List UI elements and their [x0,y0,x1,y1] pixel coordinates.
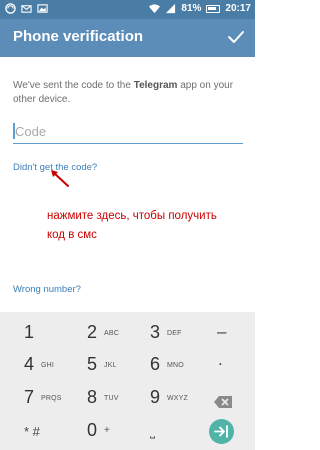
numeric-keypad: 1 2 ABC 3 DEF – 4 GHI 5 JKL 6 MNO . 7 PR… [0,312,255,450]
key-2[interactable]: 2 ABC [87,322,147,354]
image-icon [37,4,48,13]
status-bar-notifications [5,3,48,14]
wrong-number-link[interactable]: Wrong number? [13,284,81,295]
key-letters: GHI [41,362,55,369]
code-field [13,120,243,144]
key-number: 8 [87,387,98,407]
key-symbol: – [217,322,227,341]
info-text: We've sent the code to the Telegram app … [13,79,245,107]
key-7[interactable]: 7 PRQS [24,387,84,419]
key-symbol: ˽ [150,424,156,439]
code-input[interactable] [13,120,243,142]
battery-percent: 81% [181,3,202,14]
checkmark-icon[interactable] [226,27,246,47]
key-letters: TUV [104,395,119,402]
key-3[interactable]: 3 DEF [150,322,210,354]
sync-icon [5,3,16,14]
key-dot[interactable]: . [218,350,278,382]
key-letters: ABC [104,330,119,337]
key-letters: MNO [167,362,184,369]
backspace-icon[interactable] [213,395,233,409]
key-1[interactable]: 1 [24,322,84,354]
key-number: 1 [24,322,35,342]
key-number: 2 [87,322,98,342]
key-6[interactable]: 6 MNO [150,354,210,386]
key-number: 3 [150,322,161,342]
mail-icon [21,5,32,13]
key-number: 4 [24,354,35,374]
key-8[interactable]: 8 TUV [87,387,147,419]
key-space[interactable]: ˽ [150,420,210,450]
app-name: Telegram [133,80,178,91]
text-cursor [13,123,15,139]
annotation-line-1: нажмите здесь, чтобы получить [47,210,217,222]
key-letters: + [104,425,111,436]
annotation-text: нажмите здесь, чтобы получить код в смс [47,207,247,245]
status-bar: 81% 20:17 [0,0,255,19]
enter-arrow-icon [214,425,228,438]
key-letters: PRQS [41,395,62,402]
key-4[interactable]: 4 GHI [24,354,84,386]
toolbar: Phone verification [0,19,255,57]
key-number: 0 [87,420,98,440]
phone-verification-screen: 81% 20:17 Phone verification We've sent … [0,0,255,450]
key-symbol: . [218,350,223,369]
status-bar-system: 81% 20:17 [149,3,251,14]
wifi-icon [149,4,161,14]
battery-icon [206,4,221,13]
key-symbol: * # [24,424,40,439]
key-number: 6 [150,354,161,374]
annotation-line-2: код в смс [47,229,97,241]
key-0[interactable]: 0 + [87,420,147,450]
clock: 20:17 [225,3,251,14]
key-letters: WXYZ [167,395,189,402]
key-number: 7 [24,387,35,407]
key-number: 9 [150,387,161,407]
go-button[interactable] [209,419,234,444]
page-title: Phone verification [13,28,144,45]
key-9[interactable]: 9 WXYZ [150,387,210,419]
key-5[interactable]: 5 JKL [87,354,147,386]
key-number: 5 [87,354,98,374]
key-letters: JKL [104,362,117,369]
key-letters: DEF [167,330,182,337]
annotation-arrow-icon [51,170,69,187]
info-text-before: We've sent the code to the [13,80,134,91]
key-star-hash[interactable]: * # [24,420,84,450]
signal-icon [166,3,176,14]
